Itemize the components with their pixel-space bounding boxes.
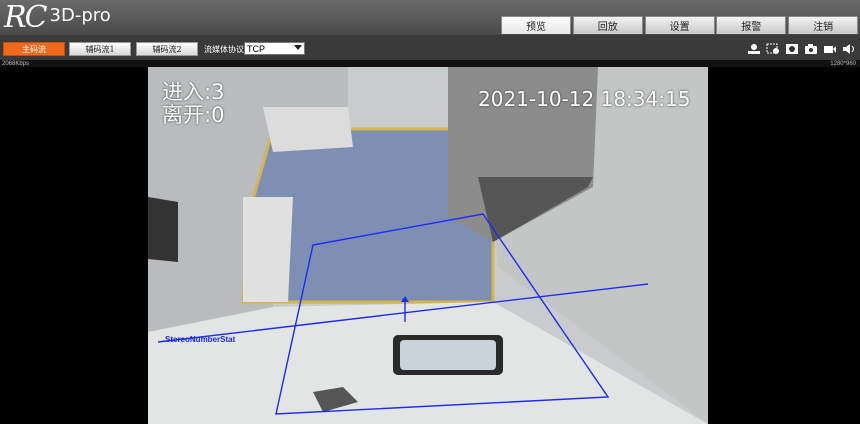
audio-icon[interactable]	[842, 43, 856, 55]
video-icon[interactable]	[823, 43, 837, 55]
zoom-icon[interactable]	[766, 43, 780, 55]
osd-enter-count: 进入:3	[162, 80, 225, 104]
logo: RC 3D-pro	[4, 1, 111, 35]
protocol-select[interactable]: TCP	[244, 42, 305, 55]
video-preview[interactable]: 2021-10-12 18:34:15 进入:3 离开:0 StereoNumb…	[148, 67, 708, 424]
tab-preview[interactable]: 预览	[501, 16, 571, 34]
record-icon[interactable]	[785, 43, 799, 55]
bitrate-readout: 2068Kbps	[2, 61, 30, 67]
main-nav: 预览 回放 设置 报警 注销	[501, 16, 860, 34]
tool-icons	[747, 43, 856, 55]
stream-toolbar: 主码流 辅码流1 辅码流2 流媒体协议 TCP	[0, 35, 860, 60]
app-header: RC 3D-pro 预览 回放 设置 报警 注销	[0, 0, 860, 35]
logo-mark: RC	[4, 0, 48, 35]
snapshot-icon[interactable]	[804, 43, 818, 55]
resolution-readout: 1280*960	[830, 61, 856, 67]
tab-logout[interactable]: 注销	[788, 16, 859, 34]
tab-settings[interactable]: 设置	[644, 16, 715, 34]
info-strip	[0, 60, 860, 67]
protocol-value: TCP	[247, 43, 265, 54]
chevron-down-icon	[294, 45, 302, 50]
main-stream-button[interactable]: 主码流	[3, 42, 65, 56]
camera-scene	[148, 67, 708, 424]
tab-alarm[interactable]: 报警	[716, 16, 787, 34]
osd-leave-count: 离开:0	[162, 103, 225, 127]
product-name: 3D-pro	[49, 5, 111, 26]
sub-stream-2-button[interactable]: 辅码流2	[136, 42, 198, 56]
intercom-icon[interactable]	[747, 43, 761, 55]
rule-label: StereoNumberStat	[165, 335, 236, 344]
sub-stream-1-button[interactable]: 辅码流1	[69, 42, 131, 56]
protocol-label: 流媒体协议	[204, 45, 244, 54]
osd-timestamp: 2021-10-12 18:34:15	[478, 87, 691, 111]
tab-playback[interactable]: 回放	[572, 16, 643, 34]
